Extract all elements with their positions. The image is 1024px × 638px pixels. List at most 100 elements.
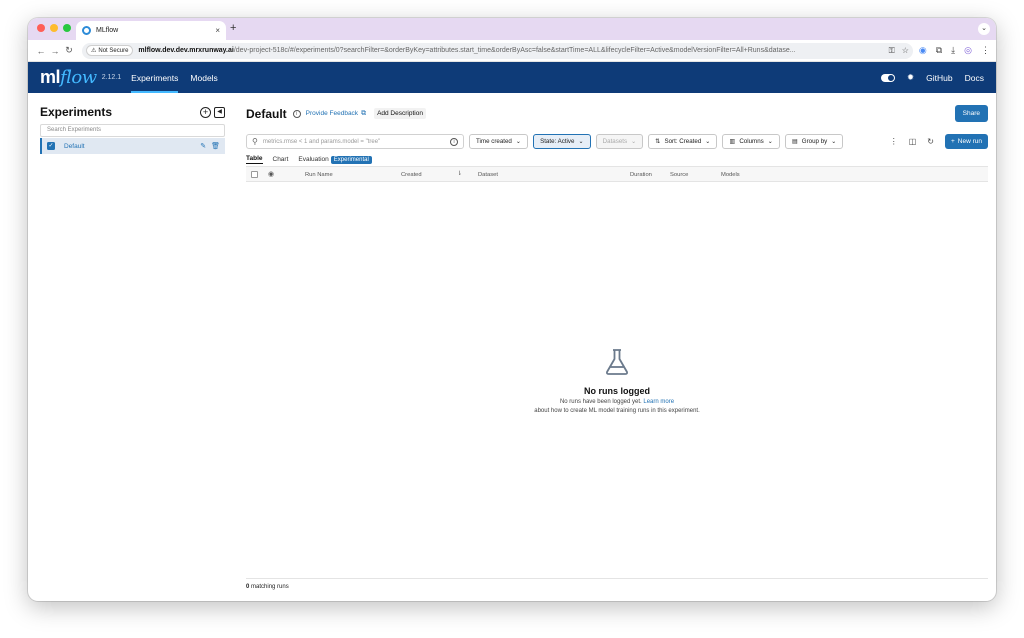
search-placeholder: metrics.rmse < 1 and params.model = "tre… bbox=[262, 138, 381, 145]
nav-models[interactable]: Models bbox=[190, 62, 217, 93]
forward-icon[interactable]: → bbox=[48, 46, 62, 56]
address-bar[interactable]: ⚠ Not Secure mlflow.dev.dev.mrxrunway.ai… bbox=[82, 42, 913, 59]
runs-footer: 0 matching runs bbox=[246, 578, 988, 590]
datasets-label: Datasets bbox=[602, 138, 628, 145]
columns-dropdown[interactable]: ▥ Columns ⌄ bbox=[722, 134, 780, 149]
page-title: Default bbox=[246, 106, 287, 121]
col-duration[interactable]: Duration bbox=[630, 172, 652, 178]
empty-title: No runs logged bbox=[584, 386, 650, 396]
datasets-dropdown[interactable]: Datasets ⌄ bbox=[595, 134, 644, 149]
dark-mode-toggle[interactable] bbox=[881, 73, 896, 82]
search-experiments-input[interactable]: Search Experiments bbox=[40, 124, 225, 137]
learn-more-link[interactable]: Learn more bbox=[643, 399, 674, 405]
key-icon[interactable]: ⚿ bbox=[889, 46, 895, 56]
not-secure-label: Not Secure bbox=[98, 47, 129, 54]
group-icon: ▤ bbox=[791, 138, 798, 145]
columns-icon: ▥ bbox=[729, 138, 736, 145]
mlflow-favicon-icon bbox=[82, 26, 91, 35]
external-link-icon[interactable]: ⧉ bbox=[361, 110, 366, 118]
logo-ml-text: ml bbox=[40, 67, 61, 87]
runs-search-input[interactable]: ⚲ metrics.rmse < 1 and params.model = "t… bbox=[246, 134, 464, 149]
zoom-window-button[interactable] bbox=[63, 24, 71, 32]
url-host: mlflow.dev.dev.mrxrunway.ai bbox=[138, 47, 234, 54]
chevron-down-icon: ⌄ bbox=[831, 138, 837, 145]
url-path: /dev-project-518c/#/experiments/0?search… bbox=[233, 47, 796, 54]
browser-tab-strip: MLflow × + ⌄ bbox=[28, 18, 996, 40]
logo-flow-text: flow bbox=[60, 67, 97, 88]
col-created[interactable]: Created bbox=[401, 172, 422, 178]
create-experiment-icon[interactable]: + bbox=[200, 106, 211, 118]
filter-bar: ⚲ metrics.rmse < 1 and params.model = "t… bbox=[246, 134, 988, 149]
more-icon[interactable]: ⋮ bbox=[981, 45, 990, 56]
new-run-button[interactable]: + New run bbox=[944, 134, 988, 149]
flask-icon bbox=[606, 349, 628, 375]
state-dropdown[interactable]: State: Active ⌄ bbox=[533, 134, 591, 149]
col-run-name[interactable]: Run Name bbox=[305, 172, 333, 178]
tab-table[interactable]: Table bbox=[246, 155, 263, 164]
sidebar-item-label: Default bbox=[64, 142, 85, 150]
browser-toolbar: ← → ↻ ⚠ Not Secure mlflow.dev.dev.mrxrun… bbox=[28, 40, 996, 62]
refresh-icon[interactable]: ↻ bbox=[927, 137, 934, 146]
chevron-down-icon: ⌄ bbox=[767, 138, 773, 145]
new-run-label: New run bbox=[957, 138, 982, 145]
search-info-icon[interactable]: i bbox=[450, 137, 458, 146]
bookmark-star-icon[interactable]: ☆ bbox=[902, 46, 909, 56]
col-dataset[interactable]: Dataset bbox=[478, 172, 498, 178]
download-icon[interactable]: ⤓ bbox=[951, 45, 955, 56]
trash-icon[interactable]: 🗑 bbox=[211, 142, 220, 150]
profile-icon[interactable]: ◎ bbox=[964, 45, 972, 56]
collapse-sidebar-icon[interactable]: ◀ bbox=[214, 106, 225, 118]
security-badge[interactable]: ⚠ Not Secure bbox=[86, 45, 134, 56]
provide-feedback-link[interactable]: Provide Feedback bbox=[306, 110, 358, 117]
state-label: State: Active bbox=[540, 138, 575, 145]
col-models[interactable]: Models bbox=[721, 172, 740, 178]
empty-description: No runs have been logged yet. Learn more… bbox=[246, 398, 988, 416]
close-window-button[interactable] bbox=[37, 24, 45, 32]
kebab-menu-icon[interactable]: ⋮ bbox=[890, 137, 898, 146]
reload-icon[interactable]: ↻ bbox=[62, 45, 76, 56]
sun-icon: ✹ bbox=[907, 72, 915, 82]
chevron-down-icon: ⌄ bbox=[631, 138, 637, 145]
edit-icon[interactable]: ✎ bbox=[200, 142, 206, 150]
columns-label: Columns bbox=[739, 138, 764, 145]
group-by-dropdown[interactable]: ▤ Group by ⌄ bbox=[784, 134, 844, 149]
tab-search-icon[interactable]: ⌄ bbox=[978, 23, 990, 35]
view-tabs: Table Chart Evaluation Experimental bbox=[246, 155, 988, 164]
tab-evaluation[interactable]: Evaluation bbox=[298, 156, 328, 163]
info-icon[interactable]: i bbox=[292, 109, 301, 118]
sort-dropdown[interactable]: ⇅ Sort: Created ⌄ bbox=[648, 134, 718, 149]
docs-link[interactable]: Docs bbox=[965, 73, 984, 83]
mlflow-logo[interactable]: ml flow bbox=[40, 67, 97, 88]
select-all-checkbox[interactable] bbox=[251, 171, 258, 178]
col-source[interactable]: Source bbox=[670, 172, 688, 178]
tab-chart[interactable]: Chart bbox=[273, 156, 289, 163]
new-tab-button[interactable]: + bbox=[230, 22, 236, 34]
group-by-label: Group by bbox=[801, 138, 828, 145]
empty-state: No runs logged No runs have been logged … bbox=[246, 347, 988, 416]
checkbox-checked-icon[interactable]: ✓ bbox=[47, 142, 55, 150]
sidebar-item-default[interactable]: ✓ Default ✎ 🗑 bbox=[40, 138, 225, 154]
time-created-dropdown[interactable]: Time created ⌄ bbox=[469, 134, 529, 149]
side-panel-icon[interactable]: ◫ bbox=[909, 137, 917, 146]
sidebar-title: Experiments bbox=[40, 105, 113, 119]
tab-close-icon[interactable]: × bbox=[215, 26, 220, 35]
warning-icon: ⚠ bbox=[91, 48, 97, 54]
search-icon: ⚲ bbox=[252, 137, 258, 146]
extension-icon[interactable]: ◉ bbox=[919, 45, 927, 56]
minimize-window-button[interactable] bbox=[50, 24, 58, 32]
add-description-button[interactable]: Add Description bbox=[374, 108, 426, 119]
share-button[interactable]: Share bbox=[954, 105, 988, 122]
matching-label: matching runs bbox=[251, 584, 289, 590]
tab-title: MLflow bbox=[96, 27, 119, 34]
eye-icon[interactable]: ◉ bbox=[268, 170, 274, 178]
back-icon[interactable]: ← bbox=[34, 46, 48, 56]
browser-tab[interactable]: MLflow × bbox=[76, 21, 226, 40]
sort-icon: ⇅ bbox=[655, 138, 661, 145]
window-controls bbox=[37, 24, 71, 32]
sort-desc-icon[interactable]: ⇂ bbox=[457, 171, 462, 177]
experimental-badge: Experimental bbox=[330, 155, 372, 164]
chevron-down-icon: ⌄ bbox=[705, 138, 711, 145]
nav-experiments[interactable]: Experiments bbox=[131, 62, 179, 93]
github-link[interactable]: GitHub bbox=[926, 73, 952, 83]
puzzle-icon[interactable]: ⧉ bbox=[936, 45, 942, 56]
